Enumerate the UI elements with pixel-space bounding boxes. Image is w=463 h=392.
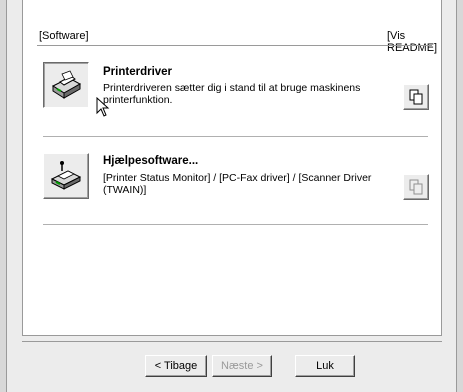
next-button[interactable]: Næste > <box>212 355 272 377</box>
view-readme-link[interactable]: [Vis README] <box>387 30 441 54</box>
printer-driver-description: Printerdriveren sætter dig i stand til a… <box>103 82 361 106</box>
copy-document-icon <box>409 89 423 105</box>
printer-driver-title: Printerdriver <box>103 66 173 78</box>
helper-software-install-button[interactable] <box>43 153 89 199</box>
item-divider <box>43 136 428 137</box>
close-button[interactable]: Luk <box>295 355 355 377</box>
scanner-icon <box>50 161 82 190</box>
footer-divider <box>22 341 442 342</box>
printer-driver-install-button[interactable] <box>43 62 89 108</box>
printer-icon <box>51 70 82 99</box>
back-button[interactable]: < Tibage <box>145 355 207 377</box>
header-divider <box>37 45 432 46</box>
software-header: [Software] <box>39 30 89 42</box>
copy-document-disabled-icon <box>409 179 423 195</box>
item-divider <box>43 224 428 225</box>
helper-software-title: Hjælpesoftware... <box>103 155 199 167</box>
window-right-edge <box>456 0 463 392</box>
helper-software-description: [Printer Status Monitor] / [PC-Fax drive… <box>103 172 372 196</box>
software-panel: [Software] [Vis README] Printerdriver Pr… <box>22 0 442 336</box>
window-left-edge <box>0 0 7 392</box>
helper-software-readme-button[interactable] <box>403 174 429 200</box>
printer-driver-readme-button[interactable] <box>403 84 429 110</box>
